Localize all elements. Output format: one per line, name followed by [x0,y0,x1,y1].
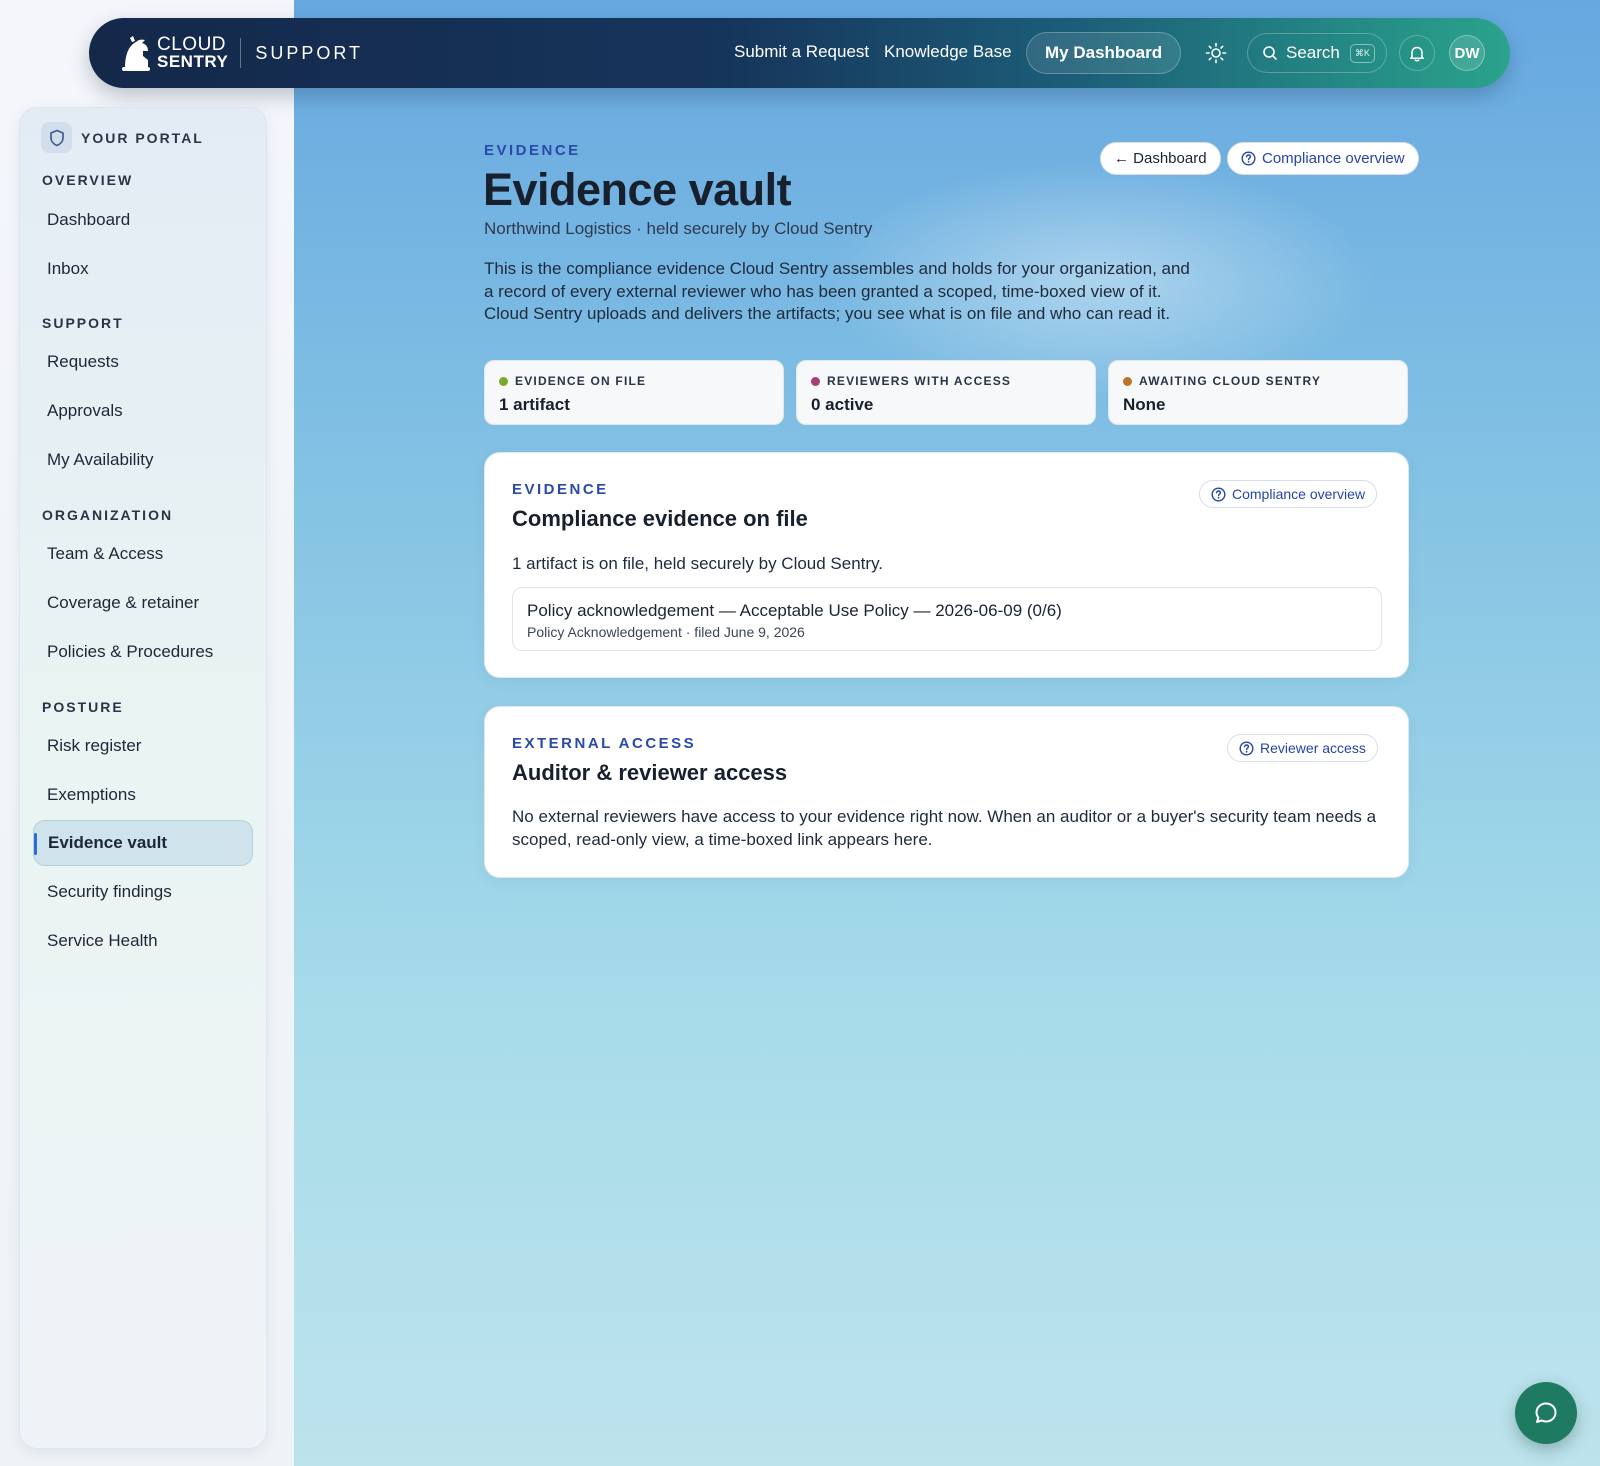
page-description: This is the compliance evidence Cloud Se… [484,259,1190,323]
sidebar-item-requests[interactable]: Requests [47,352,119,372]
sidebar-item-coverage-retainer[interactable]: Coverage & retainer [47,593,199,613]
help-button-label: Compliance overview [1232,486,1366,502]
help-circle-icon [1241,151,1256,166]
sidebar-item-exemptions[interactable]: Exemptions [47,785,136,805]
card-eyebrow: EXTERNAL ACCESS [512,735,697,752]
theme-toggle-sun-icon[interactable] [1205,42,1227,64]
stat-awaiting-cloud-sentry: AWAITING CLOUD SENTRY None [1108,360,1408,425]
helmet-logo-icon [122,36,150,71]
portal-label: YOUR PORTAL [81,129,204,146]
status-dot-green [499,376,508,386]
stat-label: EVIDENCE ON FILE [515,374,647,388]
section-label-support: SUPPORT [42,315,124,331]
reviewer-access-card: EXTERNAL ACCESS Auditor & reviewer acces… [484,706,1409,878]
user-avatar[interactable]: DW [1449,35,1485,71]
card-eyebrow: EVIDENCE [512,481,609,498]
brand-line2: SENTRY [157,52,229,71]
section-label-organization: ORGANIZATION [42,507,174,523]
card-title: Compliance evidence on file [512,506,808,531]
notifications-button[interactable] [1399,35,1435,71]
brand-divider [240,38,242,68]
search-shortcut: ⌘K [1349,43,1375,63]
compliance-overview-label: Compliance overview [1262,150,1405,167]
card-title: Auditor & reviewer access [512,760,788,785]
search-label: Search [1286,43,1340,62]
nav-my-dashboard[interactable]: My Dashboard [1026,32,1182,74]
sidebar-item-policies-procedures[interactable]: Policies & Procedures [47,642,213,662]
stat-value: 1 artifact [499,395,570,414]
artifact-list-item[interactable]: Policy acknowledgement — Acceptable Use … [512,587,1382,651]
brand-logo[interactable]: CLOUD SENTRY SUPPORT [119,34,363,72]
portal-header: YOUR PORTAL [41,122,204,153]
brand-line1: CLOUD [157,34,227,55]
sidebar-item-dashboard[interactable]: Dashboard [47,210,130,230]
sidebar-item-approvals[interactable]: Approvals [47,401,123,421]
bell-icon [1410,46,1424,61]
sidebar-item-service-health[interactable]: Service Health [47,931,158,951]
sidebar-item-team-access[interactable]: Team & Access [47,544,163,564]
nav-submit-request[interactable]: Submit a Request [734,42,869,62]
sidebar-item-inbox[interactable]: Inbox [47,259,89,279]
search-button[interactable]: Search ⌘K [1247,33,1387,73]
top-navigation: CLOUD SENTRY SUPPORT Submit a Request Kn… [89,18,1510,88]
evidence-card: EVIDENCE Compliance evidence on file Com… [484,452,1409,678]
evidence-summary: 1 artifact is on file, held securely by … [512,554,884,573]
help-circle-icon [1211,486,1226,502]
artifact-meta: Policy Acknowledgement · filed June 9, 2… [527,624,805,640]
brand-product: SUPPORT [255,42,364,63]
sidebar-item-my-availability[interactable]: My Availability [47,450,153,470]
compliance-overview-button[interactable]: Compliance overview [1227,142,1419,175]
section-label-overview: OVERVIEW [42,172,134,188]
page-eyebrow: EVIDENCE [484,142,581,159]
reviewer-access-help-button[interactable]: Reviewer access [1227,734,1378,762]
nav-knowledge-base[interactable]: Knowledge Base [884,42,1012,62]
search-icon [1263,46,1277,60]
section-label-posture: POSTURE [42,699,124,715]
stat-label: REVIEWERS WITH ACCESS [827,374,1012,388]
status-dot-magenta [811,376,820,386]
stat-evidence-on-file: EVIDENCE ON FILE 1 artifact [484,360,784,425]
chat-launcher-button[interactable] [1515,1382,1577,1444]
stat-label: AWAITING CLOUD SENTRY [1139,374,1322,388]
artifact-title: Policy acknowledgement — Acceptable Use … [527,601,1062,620]
status-dot-amber [1123,376,1132,386]
stat-reviewers-with-access: REVIEWERS WITH ACCESS 0 active [796,360,1096,425]
sidebar: YOUR PORTAL OVERVIEW Dashboard Inbox SUP… [19,107,267,1449]
page-title: Evidence vault [483,164,792,215]
help-circle-icon [1239,740,1254,756]
stat-value: 0 active [811,395,874,414]
reviewer-access-body: No external reviewers have access to you… [512,807,1377,849]
brand-wordmark: CLOUD SENTRY [157,34,229,71]
sidebar-item-security-findings[interactable]: Security findings [47,882,172,902]
shield-icon [41,122,72,153]
sidebar-item-evidence-vault[interactable]: Evidence vault [33,820,253,866]
help-button-label: Reviewer access [1260,740,1366,756]
stat-value: None [1123,395,1166,414]
chat-bubble-icon [1535,1402,1557,1423]
back-to-dashboard-button[interactable]: ← Dashboard [1100,142,1221,175]
compliance-overview-help-button[interactable]: Compliance overview [1199,480,1378,508]
page-subtitle: Northwind Logistics · held securely by C… [484,219,873,238]
sidebar-item-risk-register[interactable]: Risk register [47,736,141,756]
